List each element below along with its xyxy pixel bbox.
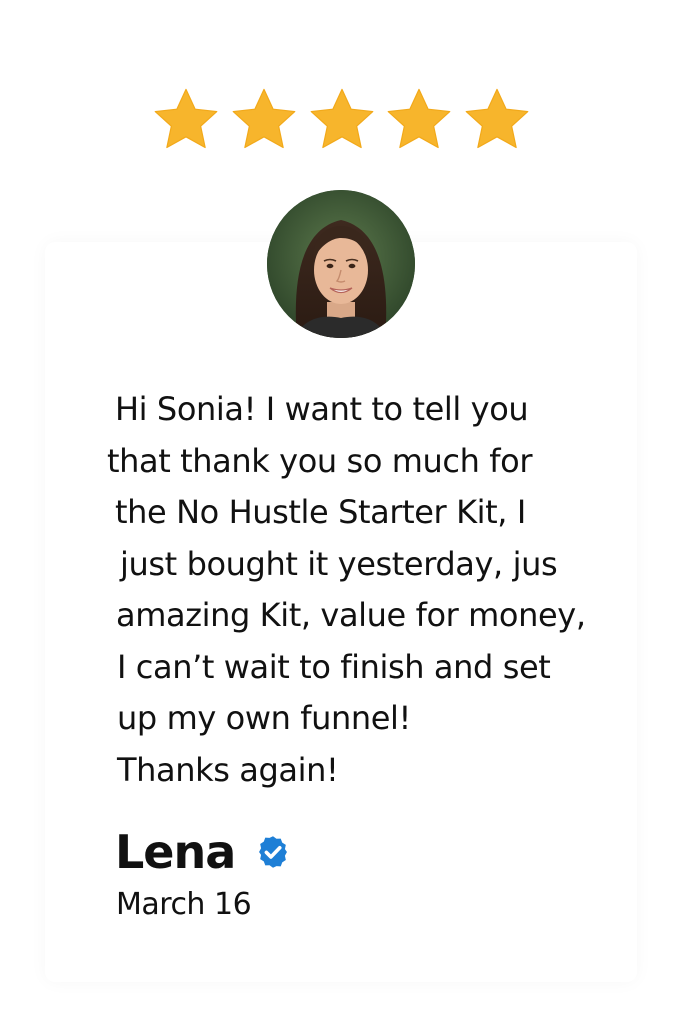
review-line: amazing Kit, value for money, bbox=[116, 596, 586, 634]
review-line: just bought it yesterday, jus bbox=[120, 544, 558, 583]
review-line: Hi Sonia! I want to tell you bbox=[115, 390, 529, 428]
star-icon bbox=[310, 88, 373, 149]
reviewer-photo bbox=[267, 190, 415, 338]
author-row: Lena bbox=[115, 822, 291, 882]
review-line: I can’t wait to finish and set bbox=[117, 647, 551, 686]
review-date: March 16 bbox=[116, 887, 252, 922]
star-icon bbox=[465, 88, 529, 149]
star-icon bbox=[154, 88, 218, 149]
verified-badge-icon bbox=[259, 836, 288, 868]
review-text: Hi Sonia! I want to tell you that thank … bbox=[107, 384, 647, 796]
star-icon bbox=[387, 88, 451, 149]
review-line: the No Hustle Starter Kit, I bbox=[115, 493, 526, 531]
star-rating bbox=[150, 84, 533, 156]
avatar bbox=[267, 190, 415, 338]
review-line: that thank you so much for bbox=[107, 441, 533, 480]
author-name: Lena bbox=[115, 825, 236, 879]
review-line: Thanks again! bbox=[117, 750, 339, 789]
review-line: up my own funnel! bbox=[117, 699, 411, 737]
star-icon bbox=[232, 88, 296, 149]
